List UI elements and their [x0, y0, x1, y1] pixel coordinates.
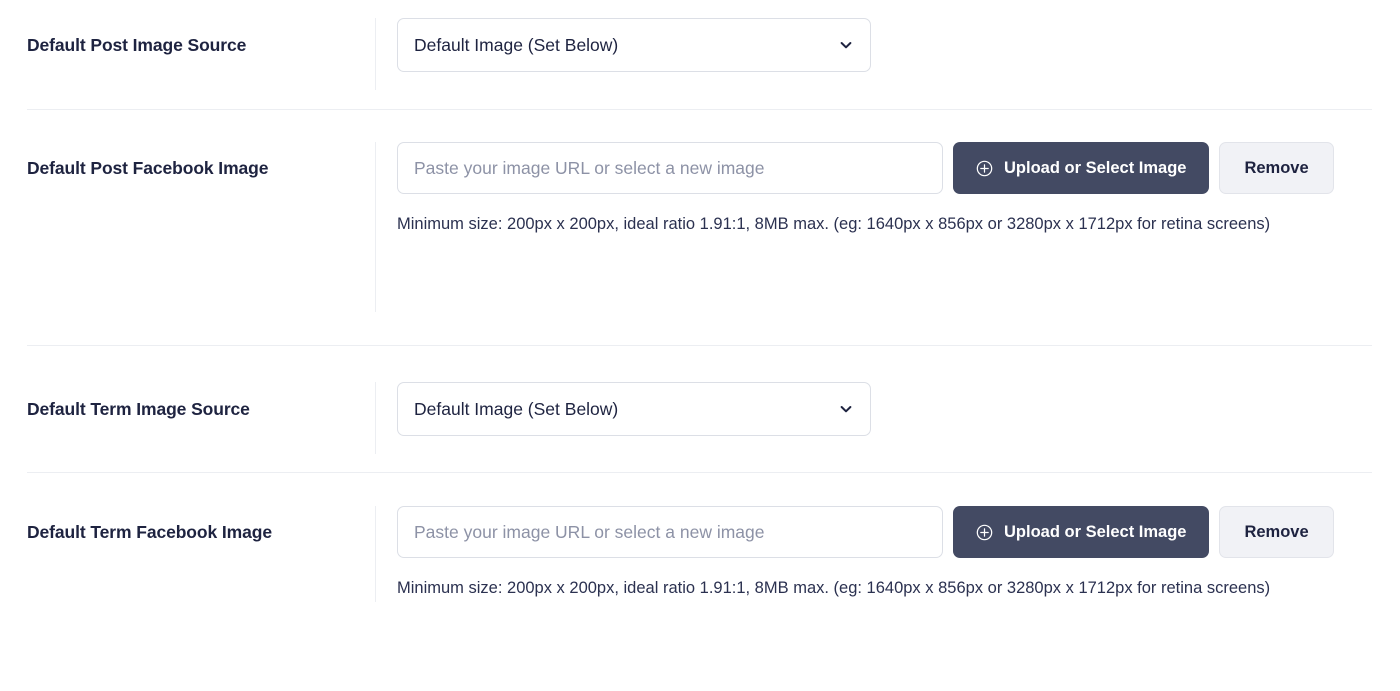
select-value-default-post-image-source: Default Image (Set Below): [414, 34, 619, 55]
select-box[interactable]: Default Image (Set Below): [397, 382, 871, 436]
term-upload-button-label: Upload or Select Image: [1004, 522, 1187, 541]
post-remove-button-label: Remove: [1244, 158, 1309, 177]
term-facebook-image-help-text: Minimum size: 200px x 200px, ideal ratio…: [397, 579, 1271, 597]
form-row-default-term-facebook-image: Default Term Facebook Image Upload or Se…: [0, 473, 1400, 603]
term-upload-or-select-image-button[interactable]: Upload or Select Image: [953, 506, 1210, 558]
post-upload-or-select-image-button[interactable]: Upload or Select Image: [953, 142, 1210, 194]
image-settings-form: Default Post Image Source Default Image …: [0, 0, 1400, 691]
post-remove-image-button[interactable]: Remove: [1219, 142, 1334, 194]
field-cell-default-term-facebook-image: Upload or Select Image Remove Minimum si…: [375, 506, 1372, 603]
post-facebook-image-help-text: Minimum size: 200px x 200px, ideal ratio…: [397, 215, 1271, 233]
term-remove-image-button[interactable]: Remove: [1219, 506, 1334, 558]
plus-circle-icon: [976, 160, 993, 176]
select-default-post-image-source[interactable]: Default Image (Set Below): [397, 18, 871, 72]
label-cell-default-post-facebook-image: Default Post Facebook Image: [27, 142, 375, 194]
select-value-default-term-image-source: Default Image (Set Below): [414, 398, 619, 419]
field-cell-default-post-facebook-image: Upload or Select Image Remove Minimum si…: [375, 142, 1372, 312]
term-facebook-image-url-input[interactable]: [397, 506, 943, 558]
post-facebook-image-url-input[interactable]: [397, 142, 943, 194]
term-remove-button-label: Remove: [1244, 522, 1309, 541]
control-line: Upload or Select Image Remove: [397, 506, 1372, 558]
control-line: Upload or Select Image Remove: [397, 142, 1372, 194]
label-cell-default-term-image-source: Default Term Image Source: [27, 382, 375, 436]
label-cell-default-post-image-source: Default Post Image Source: [27, 18, 375, 72]
field-label-default-post-image-source: Default Post Image Source: [27, 34, 247, 55]
field-label-default-term-facebook-image: Default Term Facebook Image: [27, 521, 272, 542]
label-cell-default-term-facebook-image: Default Term Facebook Image: [27, 506, 375, 558]
form-row-default-post-image-source: Default Post Image Source Default Image …: [0, 0, 1400, 109]
form-row-default-term-image-source: Default Term Image Source Default Image …: [0, 346, 1400, 472]
field-label-default-term-image-source: Default Term Image Source: [27, 398, 250, 419]
field-cell-default-post-image-source: Default Image (Set Below): [375, 18, 1372, 90]
control-line: Default Image (Set Below): [397, 382, 1372, 436]
select-box[interactable]: Default Image (Set Below): [397, 18, 871, 72]
control-line: Default Image (Set Below): [397, 18, 1372, 72]
field-label-default-post-facebook-image: Default Post Facebook Image: [27, 157, 269, 178]
plus-circle-icon: [976, 524, 993, 540]
field-cell-default-term-image-source: Default Image (Set Below): [375, 382, 1372, 454]
form-row-default-post-facebook-image: Default Post Facebook Image Upload or Se…: [0, 110, 1400, 345]
post-upload-button-label: Upload or Select Image: [1004, 158, 1187, 177]
select-default-term-image-source[interactable]: Default Image (Set Below): [397, 382, 871, 436]
